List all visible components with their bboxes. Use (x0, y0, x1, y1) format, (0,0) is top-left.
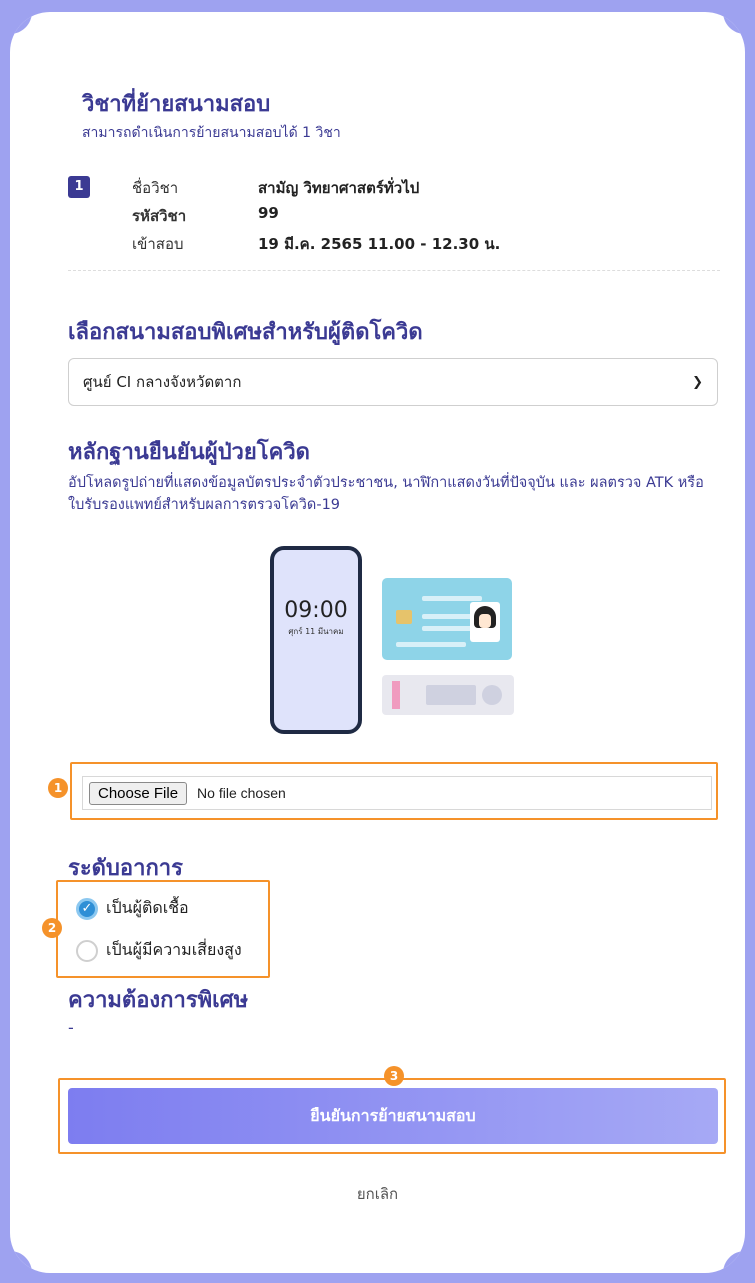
subject-section-title: วิชาที่ย้ายสนามสอบ (82, 92, 271, 117)
subject-index-badge: 1 (68, 176, 90, 198)
chevron-down-icon: ❯ (692, 374, 703, 390)
card-line (422, 626, 472, 631)
cancel-link[interactable]: ยกเลิก (10, 1182, 745, 1206)
file-status-text: No file chosen (197, 785, 286, 801)
annotation-badge-3: 3 (384, 1066, 404, 1086)
symptom-option-infected[interactable]: ✓ เป็นผู้ติดเชื้อ (76, 896, 189, 921)
proof-description: อัปโหลดรูปถ่ายที่แสดงข้อมูลบัตรประจำตัวป… (68, 475, 704, 513)
proof-section-title: หลักฐานยืนยันผู้ป่วยโควิด (68, 440, 310, 465)
subject-name-value: สามัญ วิทยาศาสตร์ทั่วไป (258, 179, 420, 197)
phone-date: ศุกร์ 11 มีนาคม (288, 627, 344, 636)
symptom-option-high-risk[interactable]: เป็นผู้มีความเสี่ยงสูง (76, 938, 242, 963)
card-line (422, 596, 482, 601)
special-needs-value: - (68, 1018, 74, 1037)
subject-name-label: ชื่อวิชา (132, 179, 179, 197)
exam-time-label: เข้าสอบ (132, 235, 184, 253)
corner-notch (723, 12, 745, 34)
atk-test-illustration (382, 675, 514, 715)
corner-notch (723, 1251, 745, 1273)
symptom-option-label: เป็นผู้ติดเชื้อ (106, 898, 189, 917)
file-upload-field[interactable]: Choose File No file chosen (82, 776, 712, 810)
exam-time-value: 19 มี.ค. 2565 11.00 - 12.30 น. (258, 235, 501, 253)
portrait-icon (470, 602, 500, 642)
card-line (396, 642, 466, 647)
special-needs-title: ความต้องการพิเศษ (68, 988, 249, 1013)
section-divider (68, 270, 720, 271)
subject-code-label: รหัสวิชา (132, 207, 187, 225)
annotation-badge-1: 1 (48, 778, 68, 798)
highlight-box-2 (56, 880, 270, 978)
phone-time: 09:00 (284, 598, 348, 623)
subject-code-value: 99 (258, 204, 279, 222)
corner-notch (10, 1251, 32, 1273)
card-chip-icon (396, 610, 412, 624)
corner-notch (10, 12, 32, 34)
symptom-option-label: เป็นผู้มีความเสี่ยงสูง (106, 940, 242, 959)
id-card-illustration (382, 578, 512, 660)
radio-unchecked-icon[interactable] (76, 939, 98, 962)
annotation-badge-2: 2 (42, 918, 62, 938)
card-line (422, 614, 472, 619)
venue-select[interactable]: ศูนย์ CI กลางจังหวัดตาก ❯ (68, 358, 718, 406)
venue-select-value: ศูนย์ CI กลางจังหวัดตาก (83, 373, 242, 391)
radio-checked-icon[interactable]: ✓ (76, 897, 98, 920)
phone-clock-illustration: 09:00 ศุกร์ 11 มีนาคม (270, 546, 362, 734)
confirm-move-button[interactable]: ยืนยันการย้ายสนามสอบ (68, 1088, 718, 1144)
migration-card: วิชาที่ย้ายสนามสอบ สามารถดำเนินการย้ายสน… (10, 12, 745, 1273)
choose-file-button[interactable]: Choose File (89, 781, 188, 805)
venue-section-title: เลือกสนามสอบพิเศษสำหรับผู้ติดโควิด (68, 320, 423, 345)
subject-section-subtitle: สามารถดำเนินการย้ายสนามสอบได้ 1 วิชา (82, 125, 341, 141)
